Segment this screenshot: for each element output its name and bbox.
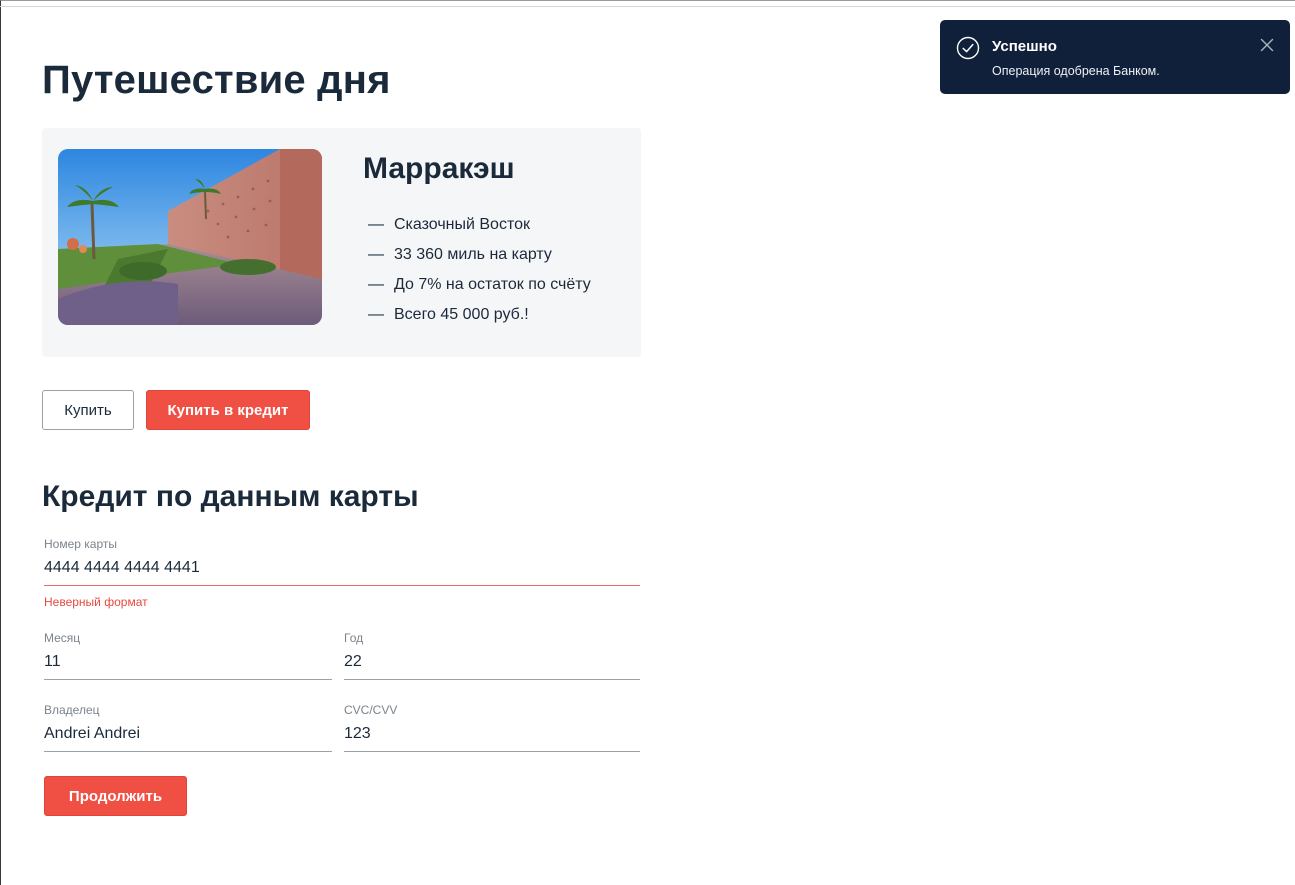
cvc-input[interactable]: 123 xyxy=(344,724,640,751)
buy-button[interactable]: Купить xyxy=(42,390,134,430)
buy-credit-button[interactable]: Купить в кредит xyxy=(146,390,310,430)
card-number-error: Неверный формат xyxy=(44,595,148,609)
toast-message: Операция одобрена Банком. xyxy=(992,64,1160,78)
check-circle-icon xyxy=(956,36,980,60)
feature-item: — Сказочный Восток xyxy=(368,216,530,233)
owner-field[interactable]: Владелец Andrei Andrei xyxy=(44,703,332,752)
cvc-field[interactable]: CVC/CVV 123 xyxy=(344,703,640,752)
month-input[interactable]: 11 xyxy=(44,652,332,679)
page-title: Путешествие дня xyxy=(42,58,391,102)
owner-label: Владелец xyxy=(44,703,100,717)
card-number-underline xyxy=(44,585,640,586)
credit-section-title: Кредит по данным карты xyxy=(42,480,419,513)
card-number-input[interactable]: 4444 4444 4444 4441 xyxy=(44,558,640,585)
cvc-underline xyxy=(344,751,640,752)
card-number-field[interactable]: Номер карты 4444 4444 4444 4441 Неверный… xyxy=(44,537,640,609)
year-label: Год xyxy=(344,631,364,645)
close-icon[interactable] xyxy=(1258,36,1276,54)
top-divider xyxy=(0,6,1295,7)
continue-button[interactable]: Продолжить xyxy=(44,776,187,816)
toast-title: Успешно xyxy=(992,38,1057,55)
year-underline xyxy=(344,679,640,680)
feature-list: — Сказочный Восток —33 360 миль на карту … xyxy=(368,210,591,330)
feature-item: — До 7% на остаток по счёту xyxy=(368,276,591,293)
owner-input[interactable]: Andrei Andrei xyxy=(44,724,332,751)
month-underline xyxy=(44,679,332,680)
city-title: Марракэш xyxy=(363,152,515,185)
month-field[interactable]: Месяц 11 xyxy=(44,631,332,680)
success-toast: Успешно Операция одобрена Банком. xyxy=(940,20,1290,94)
month-label: Месяц xyxy=(44,631,81,645)
card-number-label: Номер карты xyxy=(44,537,117,551)
owner-underline xyxy=(44,751,332,752)
photo-marrakech xyxy=(58,149,322,325)
feature-item: — Всего 45 000 руб.! xyxy=(368,306,529,323)
cvc-label: CVC/CVV xyxy=(344,703,398,717)
year-input[interactable]: 22 xyxy=(344,652,640,679)
trip-card: Марракэш — Сказочный Восток —33 360 миль … xyxy=(42,128,641,357)
feature-item: —33 360 миль на карту xyxy=(368,246,552,263)
year-field[interactable]: Год 22 xyxy=(344,631,640,680)
